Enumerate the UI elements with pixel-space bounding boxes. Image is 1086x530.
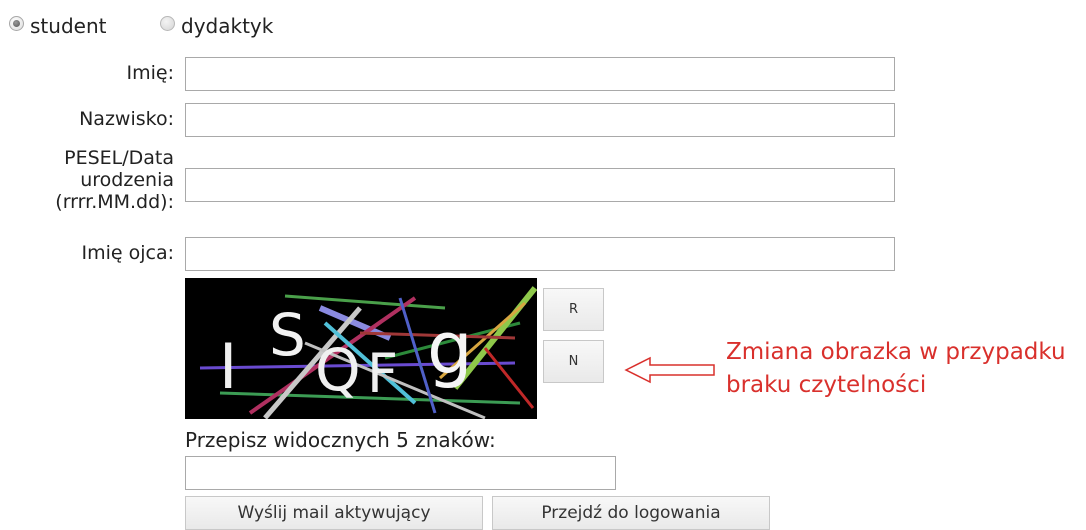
dydaktyk-radio-label[interactable]: dydaktyk [181,14,273,38]
student-radio-label[interactable]: student [30,14,106,38]
last-name-input[interactable] [185,103,895,137]
pesel-input[interactable] [185,168,895,202]
captcha-refresh-button[interactable]: R [543,288,604,331]
captcha-input[interactable] [185,456,616,490]
captcha-new-image-button[interactable]: N [543,340,604,383]
hint-line-1: Zmiana obrazka w przypadku [726,339,1066,365]
pesel-label-line-2: urodzenia [80,169,174,191]
left-arrow-icon [624,356,715,384]
pesel-label: PESEL/Data urodzenia (rrrr.MM.dd): [0,147,174,213]
captcha-char-2: S [269,301,306,369]
radio-selected-dot [13,20,20,27]
pesel-label-line-3: (rrrr.MM.dd): [55,191,174,213]
captcha-noise [199,286,537,419]
first-name-input[interactable] [185,57,895,91]
pesel-label-line-1: PESEL/Data [64,147,174,169]
captcha-char-1: I [219,330,238,403]
captcha-prompt-label: Przepisz widocznych 5 znaków: [185,428,496,452]
first-name-label: Imię: [126,62,174,84]
captcha-char-3: Q [315,336,361,404]
father-name-input[interactable] [185,237,895,271]
captcha-char-4: F [367,342,399,405]
captcha-hint-annotation: Zmiana obrazka w przypadku braku czyteln… [726,336,1086,402]
captcha-image: I S Q F g [185,278,537,419]
father-name-label: Imię ojca: [81,242,174,264]
student-radio[interactable] [9,16,24,31]
dydaktyk-radio[interactable] [160,16,175,31]
hint-line-2: braku czytelności [726,372,927,398]
last-name-label: Nazwisko: [79,108,174,130]
captcha-char-5: g [427,306,473,390]
